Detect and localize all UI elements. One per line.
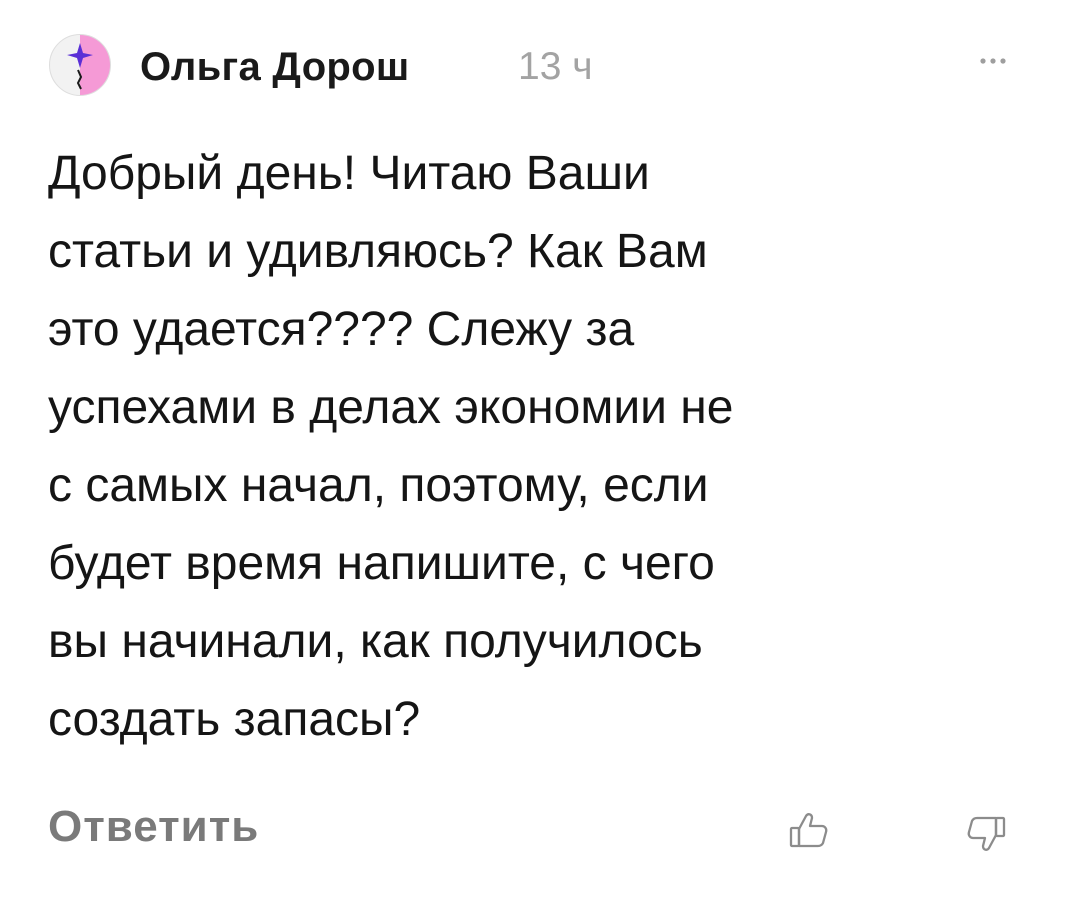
more-options-icon — [980, 58, 1006, 64]
comment-text: Добрый день! Читаю Ваши статьи и удивляю… — [48, 147, 734, 746]
comment-time: 13 ч — [518, 45, 593, 88]
like-button[interactable] — [786, 808, 832, 854]
reply-button[interactable]: Ответить — [48, 802, 259, 852]
comment-header: Ольга Дорош 13 ч — [48, 33, 1018, 103]
dislike-button[interactable] — [963, 810, 1009, 856]
avatar[interactable] — [48, 33, 112, 97]
thumbs-down-icon — [967, 816, 1006, 851]
thumbs-up-icon — [789, 813, 828, 848]
more-options-button[interactable] — [968, 41, 1018, 81]
author-name[interactable]: Ольга Дорош — [140, 45, 410, 90]
avatar-icon — [49, 34, 111, 96]
